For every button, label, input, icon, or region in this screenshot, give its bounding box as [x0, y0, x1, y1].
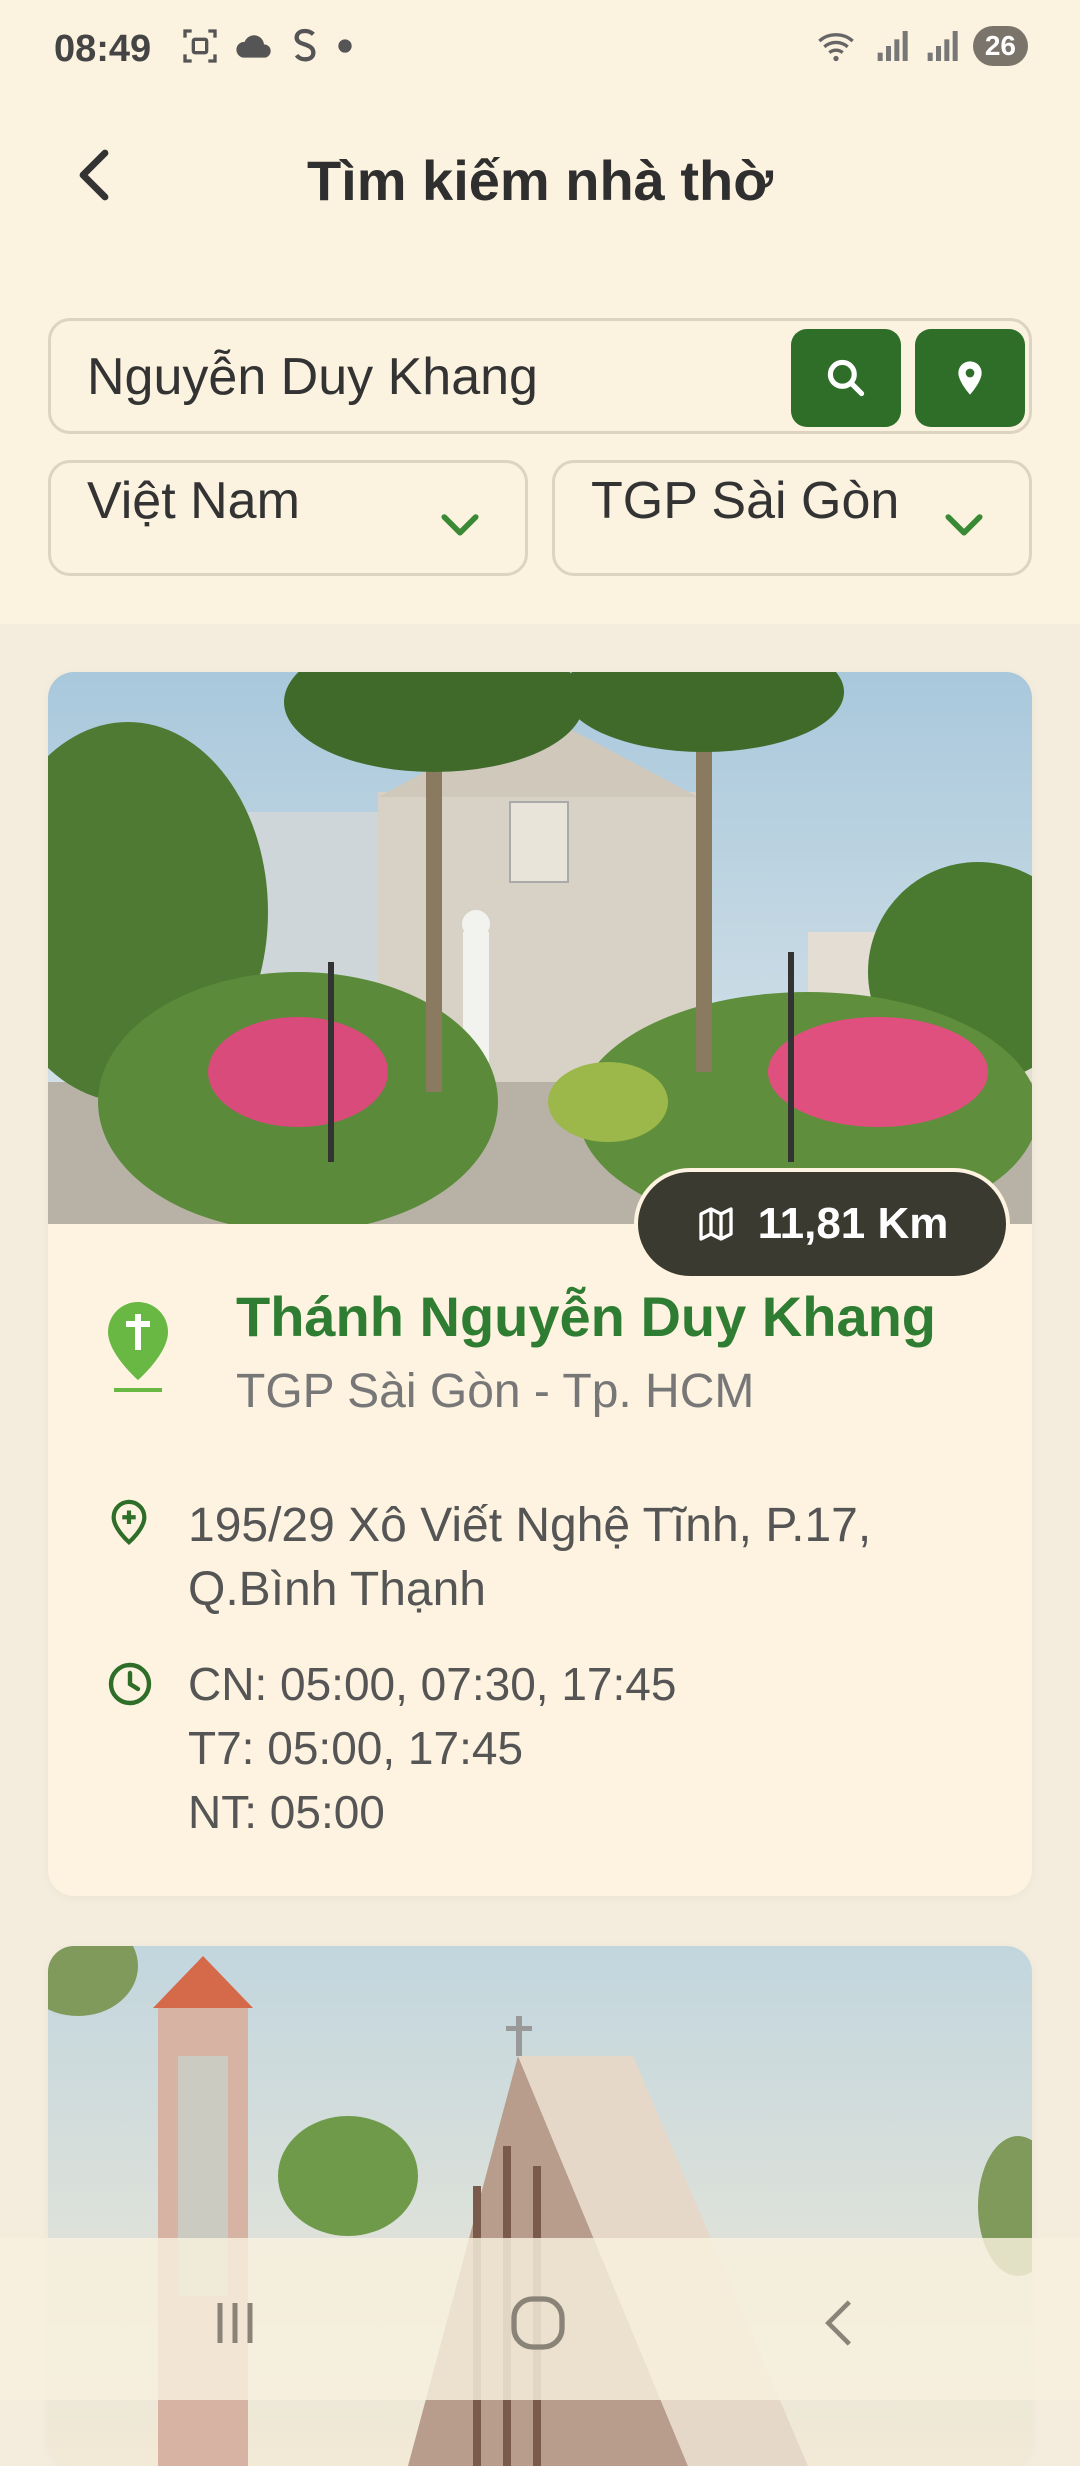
system-nav-bar [0, 2238, 1080, 2400]
mass-time-sunday: CN: 05:00, 07:30, 17:45 [188, 1658, 677, 1710]
header: Tìm kiếm nhà thờ [0, 120, 1080, 240]
church-photo [48, 672, 1032, 1224]
diocese-dropdown[interactable]: TGP Sài Gòn [552, 460, 1032, 576]
country-selected: Việt Nam [87, 472, 300, 530]
page-title: Tìm kiếm nhà thờ [306, 149, 774, 212]
country-dropdown[interactable]: Việt Nam [48, 460, 528, 576]
distance-badge[interactable]: 11,81 Km [634, 1168, 1010, 1280]
search-input[interactable] [85, 343, 819, 411]
status-icons-right: 26 [813, 26, 1028, 66]
church-pin-icon [108, 1302, 168, 1392]
search-button[interactable] [791, 329, 901, 427]
search-box [48, 318, 1032, 434]
chevron-down-icon [441, 514, 479, 536]
chevron-down-icon [945, 514, 983, 536]
diocese-selected: TGP Sài Gòn [591, 472, 900, 530]
clock-icon [108, 1662, 152, 1706]
status-icons-left [180, 26, 354, 66]
search-icon [827, 359, 865, 397]
map-icon [698, 1207, 733, 1241]
nav-back-button[interactable] [800, 2288, 880, 2358]
home-icon [511, 2296, 565, 2350]
church-diocese: TGP Sài Gòn - Tp. HCM [236, 1365, 755, 1418]
recent-apps-button[interactable] [195, 2288, 275, 2358]
mass-time-weekday: NT: 05:00 [188, 1786, 385, 1838]
cloud-icon [236, 35, 271, 58]
status-bar: 08:49 26 [0, 0, 1080, 100]
mass-times: CN: 05:00, 07:30, 17:45 T7: 05:00, 17:45… [188, 1652, 676, 1844]
distance-text: 11,81 Km [757, 1199, 949, 1248]
screenshot-icon [183, 29, 217, 63]
back-icon [825, 2300, 851, 2346]
church-address: 195/29 Xô Viết Nghệ Tĩnh, P.17, Q.Bình T… [188, 1499, 872, 1616]
wifi-icon [818, 33, 854, 62]
location-pin-icon [958, 361, 982, 395]
signal-icon [877, 31, 908, 61]
status-time: 08:49 [54, 28, 152, 70]
location-button[interactable] [915, 329, 1025, 427]
recent-apps-icon [217, 2303, 253, 2343]
dot-icon [338, 39, 352, 53]
church-name[interactable]: Thánh Nguyễn Duy Khang [236, 1284, 936, 1349]
s-icon [294, 28, 316, 62]
location-plus-icon [111, 1499, 147, 1545]
battery-indicator: 26 [972, 26, 1028, 66]
home-button[interactable] [498, 2288, 578, 2358]
mass-time-saturday: T7: 05:00, 17:45 [188, 1722, 524, 1774]
church-card[interactable]: 11,81 Km Thánh Nguyễn Duy Khang TGP Sài … [48, 672, 1032, 1896]
signal-icon [927, 31, 958, 61]
